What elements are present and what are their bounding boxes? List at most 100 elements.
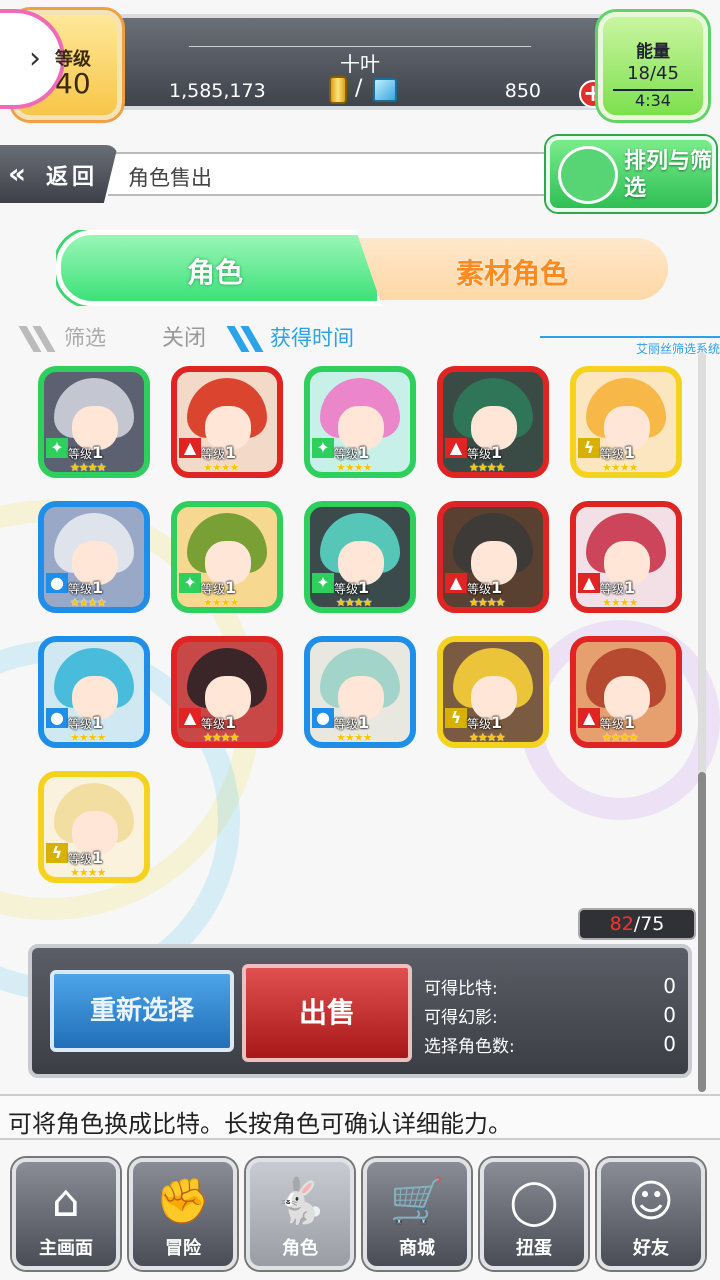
character-card[interactable]: ▲ 等级1 ★★★★ — [171, 636, 283, 748]
filter-row: 筛选 关闭 获得时间 艾丽丝筛选系统 — [18, 318, 720, 358]
level-prefix: 等级 — [68, 447, 93, 461]
level-number: 1 — [225, 578, 237, 597]
filter-label[interactable]: 筛选 — [64, 322, 106, 352]
character-card[interactable]: ● 等级1 ★★★★ — [38, 636, 150, 748]
level-prefix: 等级 — [467, 447, 492, 461]
energy-badge[interactable]: 能量 18/45 4:34 — [598, 12, 708, 120]
filter-system-label: 艾丽丝筛选系统 — [540, 336, 720, 356]
level-number: 1 — [358, 713, 370, 732]
character-level: 等级1 — [68, 713, 103, 732]
level-prefix: 等级 — [68, 852, 93, 866]
rabbit-icon: 🐇 — [272, 1176, 328, 1227]
rarity-stars-icon: ★★★★ — [602, 731, 638, 744]
character-card[interactable]: ϟ 等级1 ★★★★ — [38, 771, 150, 883]
fire-element-icon: ▲ — [179, 438, 201, 458]
character-card[interactable]: ● 等级1 ★★★★ — [304, 636, 416, 748]
fire-element-icon: ▲ — [445, 438, 467, 458]
rarity-stars-icon: ★★★★ — [70, 461, 106, 474]
sort-filter-label: 排列与筛选 — [624, 149, 713, 201]
level-number: 1 — [92, 443, 104, 462]
rarity-stars-icon: ★★★★ — [469, 461, 505, 474]
level-prefix: 等级 — [334, 447, 359, 461]
character-card[interactable]: ✦ 等级1 ★★★★ — [304, 366, 416, 478]
home-icon: ⌂ — [52, 1176, 80, 1227]
scrollbar[interactable] — [698, 352, 706, 1092]
hint-bar: 可将角色换成比特。长按角色可确认详细能力。 — [0, 1094, 720, 1140]
character-card[interactable]: ▲ 等级1 ★★★★ — [570, 636, 682, 748]
scrollbar-thumb[interactable] — [698, 772, 706, 1092]
sort-by-obtained-time[interactable]: 获得时间 — [270, 322, 354, 352]
level-prefix: 等级 — [68, 717, 93, 731]
character-card[interactable]: ▲ 等级1 ★★★★ — [171, 366, 283, 478]
coin-icon — [329, 76, 347, 104]
character-card[interactable]: ▲ 等级1 ★★★★ — [437, 501, 549, 613]
nav-item-handshake[interactable]: ✊ 冒险 — [129, 1158, 237, 1270]
level-number: 1 — [92, 848, 104, 867]
level-prefix: 等级 — [467, 582, 492, 596]
character-card[interactable]: ϟ 等级1 ★★★★ — [437, 636, 549, 748]
tab-material-label: 素材角色 — [456, 257, 569, 290]
level-prefix: 等级 — [201, 717, 226, 731]
wind-element-icon: ✦ — [179, 573, 201, 593]
character-card[interactable]: ✦ 等级1 ★★★★ — [304, 501, 416, 613]
rarity-stars-icon: ★★★★ — [336, 461, 372, 474]
gem-icon — [373, 78, 397, 102]
character-level: 等级1 — [467, 578, 502, 597]
rarity-stars-icon: ★★★★ — [70, 866, 106, 879]
level-prefix: 等级 — [201, 582, 226, 596]
wind-element-icon: ✦ — [312, 438, 334, 458]
sell-action-panel: 重新选择 出售 可得比特: 0 可得幻影: 0 选择角色数: 0 — [28, 944, 692, 1078]
rarity-stars-icon: ★★★★ — [336, 731, 372, 744]
level-number: 1 — [624, 578, 636, 597]
cart-icon: 🛒 — [389, 1176, 445, 1227]
character-card[interactable]: ϟ 等级1 ★★★★ — [570, 366, 682, 478]
currency-separator: / — [355, 76, 363, 101]
selected-count-row: 选择角色数: 0 — [424, 1032, 684, 1060]
level-prefix: 等级 — [600, 717, 625, 731]
character-level: 等级1 — [334, 443, 369, 462]
selected-count-label: 选择角色数: — [424, 1037, 515, 1057]
character-count: 82/75 — [578, 908, 696, 940]
back-button[interactable]: « 返回 — [0, 145, 118, 203]
sell-button[interactable]: 出售 — [242, 964, 412, 1062]
level-prefix: 等级 — [600, 582, 625, 596]
level-number: 1 — [491, 578, 503, 597]
nav-item-home[interactable]: ⌂ 主画面 — [12, 1158, 120, 1270]
character-level: 等级1 — [68, 848, 103, 867]
rarity-stars-icon: ★★★★ — [602, 596, 638, 609]
tab-bar: 素材角色 角色 — [56, 230, 670, 306]
character-card[interactable]: ✦ 等级1 ★★★★ — [171, 501, 283, 613]
character-card[interactable]: ▲ 等级1 ★★★★ — [570, 501, 682, 613]
character-level: 等级1 — [201, 443, 236, 462]
character-card[interactable]: ▲ 等级1 ★★★★ — [437, 366, 549, 478]
level-number: 1 — [358, 578, 370, 597]
sort-filter-button[interactable]: 排列与筛选 — [546, 136, 716, 212]
character-level: 等级1 — [68, 443, 103, 462]
thunder-element-icon: ϟ — [578, 438, 600, 458]
back-label: 返回 — [46, 165, 99, 190]
bits-row: 可得比特: 0 — [424, 974, 684, 1002]
gem-amount: 850 — [504, 80, 541, 102]
phantom-value: 0 — [663, 1003, 676, 1027]
rarity-stars-icon: ★★★★ — [469, 596, 505, 609]
rarity-stars-icon: ★★★★ — [70, 596, 106, 609]
energy-timer: 4:34 — [613, 89, 693, 110]
character-card[interactable]: ✦ 等级1 ★★★★ — [38, 366, 150, 478]
bits-value: 0 — [663, 974, 676, 998]
nav-item-friends[interactable]: ☺ 好友 — [597, 1158, 705, 1270]
page-title-bar: 角色售出 — [108, 152, 568, 196]
character-level: 等级1 — [600, 713, 635, 732]
nav-item-cart[interactable]: 🛒 商城 — [363, 1158, 471, 1270]
nav-item-egg[interactable]: ◯ 扭蛋 — [480, 1158, 588, 1270]
tab-character[interactable]: 角色 — [56, 230, 382, 306]
level-number: 1 — [92, 578, 104, 597]
nav-item-rabbit[interactable]: 🐇 角色 — [246, 1158, 354, 1270]
player-name: 十叶 — [340, 52, 380, 76]
character-card[interactable]: ● 等级1 ★★★★ — [38, 501, 150, 613]
character-grid: ✦ 等级1 ★★★★ ▲ 等级1 ★★★★ ✦ 等级1 ★★★★ ▲ 等级1 ★★★★ ϟ 等级1 ★★★★… — [38, 366, 688, 896]
nav-item-label: 好友 — [633, 1238, 669, 1259]
egg-icon: ◯ — [509, 1176, 559, 1227]
level-number: 1 — [491, 713, 503, 732]
filter-state[interactable]: 关闭 — [162, 320, 206, 352]
reselect-button[interactable]: 重新选择 — [50, 970, 234, 1052]
